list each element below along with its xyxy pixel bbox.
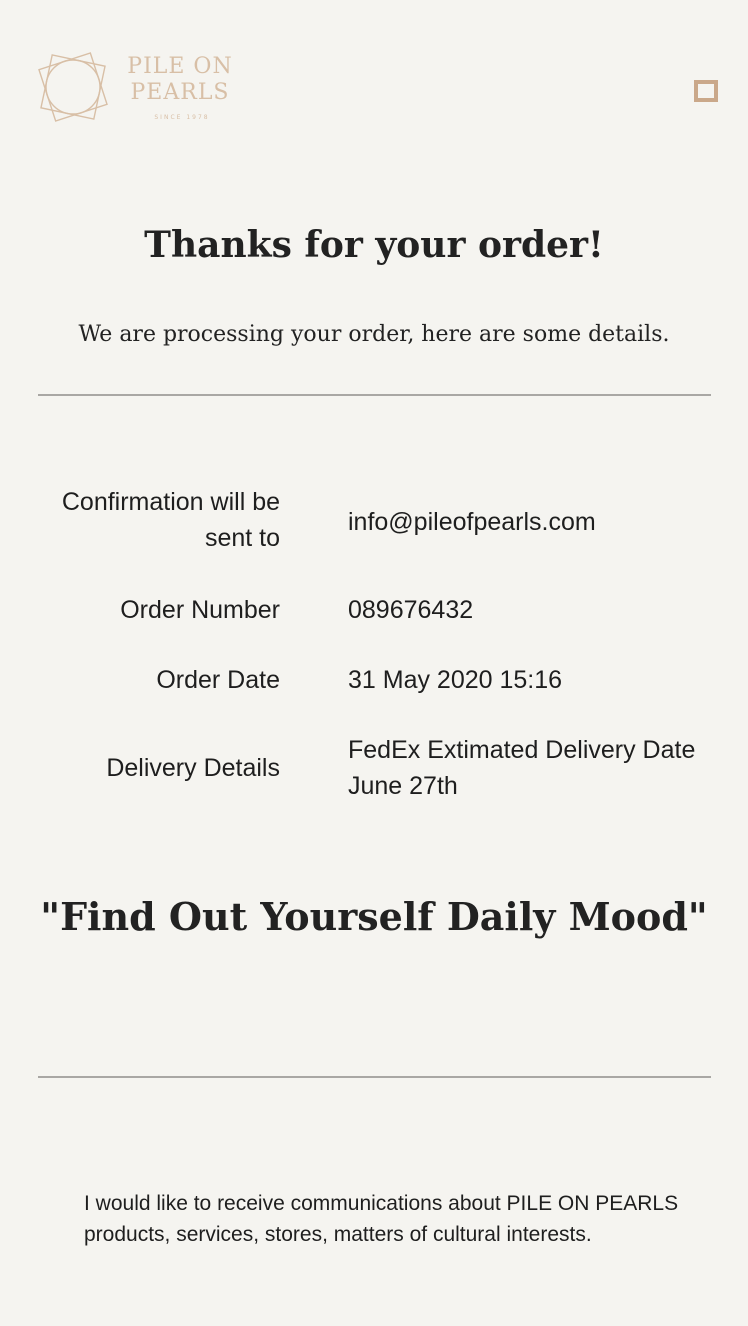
page-title: Thanks for your order! <box>144 224 604 266</box>
divider-bottom <box>38 1076 711 1078</box>
divider-top <box>38 394 711 396</box>
brand-name-line1: PILE ON <box>127 54 233 79</box>
detail-value-order-date: 31 May 2020 15:16 <box>348 666 563 694</box>
detail-label: Delivery Details <box>106 754 280 782</box>
page-subtitle: We are processing your order, here are s… <box>78 322 670 347</box>
menu-button[interactable] <box>694 80 718 102</box>
detail-value-email[interactable]: info@pileofpearls.com <box>348 504 720 540</box>
communications-consent-text[interactable]: I would like to receive communications a… <box>84 1188 724 1250</box>
header: PILE ON PEARLS SINCE 1978 <box>0 0 748 150</box>
brand-logo[interactable]: PILE ON PEARLS SINCE 1978 <box>34 46 294 130</box>
brand-name-line2: PEARLS <box>130 80 230 105</box>
brand-name: PILE ON PEARLS <box>126 54 234 106</box>
detail-label: Order Date <box>156 666 280 694</box>
detail-value-order-number: 089676432 <box>348 596 474 624</box>
mood-quote: "Find Out Yourself Daily Mood" <box>40 894 708 939</box>
brand-tagline: SINCE 1978 <box>154 114 210 121</box>
logo-emblem-icon <box>38 52 108 122</box>
detail-label: Confirmation will be sent to <box>61 488 280 552</box>
detail-label: Order Number <box>120 596 280 624</box>
detail-value-delivery: FedEx Extimated Delivery Date June 27th <box>348 736 696 800</box>
